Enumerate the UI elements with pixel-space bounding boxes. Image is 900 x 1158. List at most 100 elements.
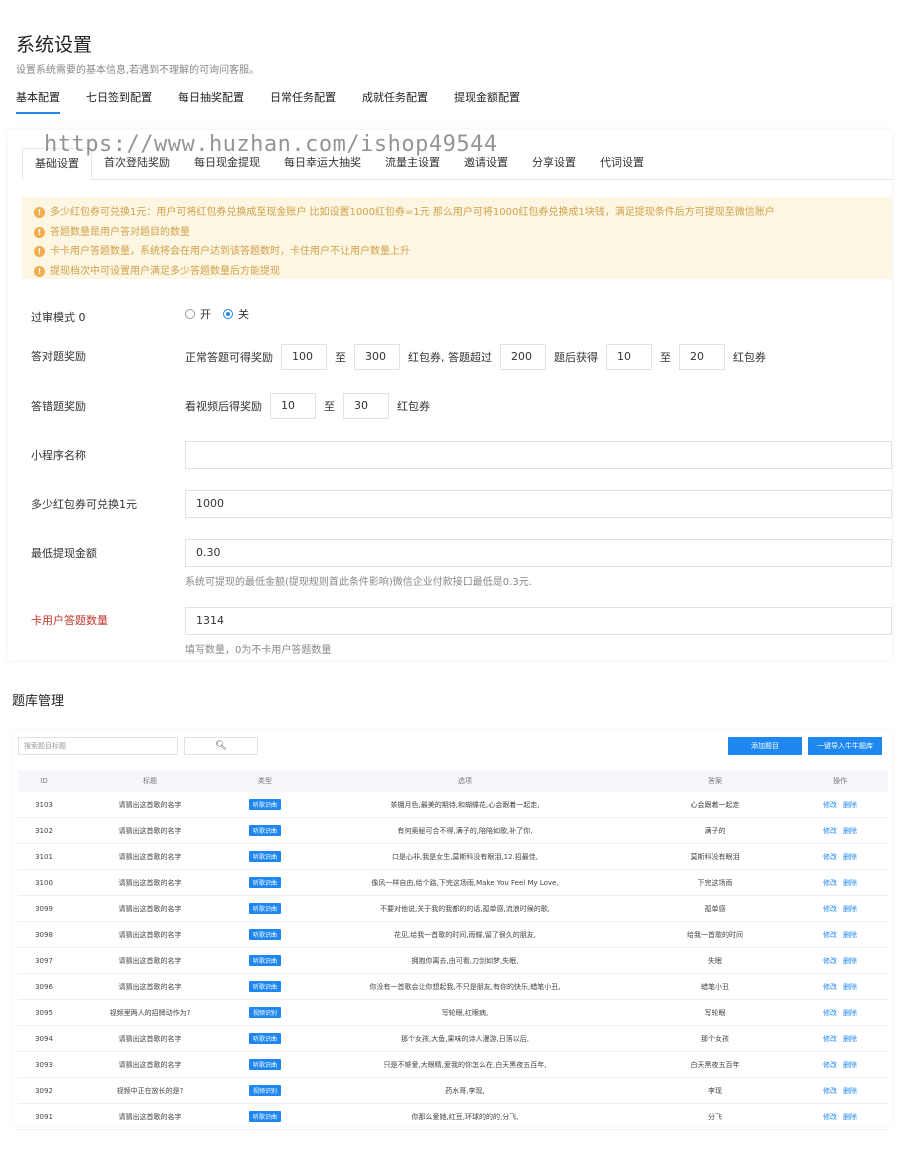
wrong-reward-row: 看视频后得奖励 10 至 30 红包券 (185, 393, 430, 419)
delete-link[interactable]: 删除 (843, 905, 857, 913)
search-input[interactable]: 搜索题目标题 (18, 737, 178, 755)
col-title: 标题 (143, 777, 157, 785)
edit-link[interactable]: 修改 (823, 879, 837, 887)
edit-link[interactable]: 修改 (823, 1035, 837, 1043)
table-row: 3102 请猜出这首歌的名字 听歌识曲 有何奥秘可合不得,满子的,陪陪如歌,补了你, 满… (18, 818, 888, 844)
tab-achievement-tasks[interactable]: 成就任务配置 (362, 90, 428, 114)
delete-link[interactable]: 删除 (843, 957, 857, 965)
wrong-reward-max-input[interactable]: 30 (343, 393, 389, 419)
delete-link[interactable]: 删除 (843, 853, 857, 861)
mini-name-input[interactable] (185, 441, 892, 469)
type-badge: 听歌识曲 (248, 903, 281, 914)
row-title: 请猜出这首歌的名字 (118, 956, 182, 965)
info-icon: ! (34, 226, 45, 238)
row-title: 请猜出这首歌的名字 (118, 852, 182, 861)
tab-daily-tasks[interactable]: 日常任务配置 (270, 90, 336, 114)
row-answer: 孤单感 (704, 904, 726, 913)
min-withdraw-input[interactable]: 0.30 (185, 539, 892, 567)
row-options: 那个女孩,大鱼,果味的诗人漫游,日落以后, (401, 1034, 529, 1043)
correct-reward-min-input[interactable]: 100 (281, 344, 327, 370)
subtab-invite[interactable]: 邀请设置 (452, 148, 520, 180)
delete-link[interactable]: 删除 (843, 931, 857, 939)
row-actions: 修改 删除 (800, 1112, 880, 1122)
delete-link[interactable]: 删除 (843, 1061, 857, 1069)
row-id: 3102 (35, 826, 53, 835)
table-row: 3099 请猜出这首歌的名字 听歌识曲 不要对他说,关于我的我都的的话,孤单感,流浪时… (18, 896, 888, 922)
row-id: 3098 (35, 930, 53, 939)
edit-link[interactable]: 修改 (823, 853, 837, 861)
add-question-button[interactable]: 添加题目 (728, 737, 802, 755)
delete-link[interactable]: 删除 (843, 879, 857, 887)
row-id: 3100 (35, 878, 53, 887)
row-actions: 修改 删除 (800, 1060, 880, 1070)
audit-off-option[interactable]: 关 (223, 306, 249, 322)
tab-daily-lottery[interactable]: 每日抽奖配置 (178, 90, 244, 114)
import-question-button[interactable]: 一键导入牛牛题库 (808, 737, 882, 755)
row-type: 听歌识曲 (230, 799, 300, 810)
subtab-first-login[interactable]: 首次登陆奖励 (92, 148, 182, 180)
row-options: 写轮眼,红眼病, (441, 1008, 489, 1017)
row-type: 听歌识曲 (230, 903, 300, 914)
edit-link[interactable]: 修改 (823, 1009, 837, 1017)
edit-link[interactable]: 修改 (823, 827, 837, 835)
subtab-basic[interactable]: 基础设置 (22, 148, 92, 180)
row-id: 3092 (35, 1086, 53, 1095)
edit-link[interactable]: 修改 (823, 905, 837, 913)
row-id: 3101 (35, 852, 53, 861)
exchange-rate-input[interactable]: 1000 (185, 490, 892, 518)
row-options: 不要对他说,关于我的我都的的话,孤单感,流浪时候的歌, (380, 904, 550, 913)
row-id: 3103 (35, 800, 53, 809)
correct-threshold-input[interactable]: 200 (500, 344, 546, 370)
notice-box: ! 多少红包券可兑换1元：用户可将红包券兑换成至现金账户 比如设置1000红包券=… (22, 197, 892, 279)
edit-link[interactable]: 修改 (823, 801, 837, 809)
audit-on-option[interactable]: 开 (185, 306, 211, 322)
row-id: 3091 (35, 1112, 53, 1121)
tab-withdraw-amount[interactable]: 提现金额配置 (454, 90, 520, 114)
radio-off[interactable] (223, 309, 233, 319)
subtab-share[interactable]: 分享设置 (520, 148, 588, 180)
edit-link[interactable]: 修改 (823, 1113, 837, 1121)
delete-link[interactable]: 删除 (843, 1035, 857, 1043)
col-actions: 操作 (833, 777, 847, 785)
wrong-reward-min-input[interactable]: 10 (270, 393, 316, 419)
table-row: 3095 视频里两人的招牌动作为? 视频识别 写轮眼,红眼病, 写轮眼 修改 删除 (18, 1000, 888, 1026)
row-options: 拥抱你离去,由可看,刀剑如梦,失眠, (411, 956, 519, 965)
type-badge: 听歌识曲 (248, 981, 281, 992)
edit-link[interactable]: 修改 (823, 1087, 837, 1095)
type-badge: 视频识别 (248, 1085, 281, 1096)
subtab-pronoun[interactable]: 代词设置 (588, 148, 656, 180)
delete-link[interactable]: 删除 (843, 1087, 857, 1095)
subtab-lucky-draw[interactable]: 每日幸运大抽奖 (272, 148, 373, 180)
delete-link[interactable]: 删除 (843, 983, 857, 991)
tab-basic-config[interactable]: 基本配置 (16, 90, 60, 114)
edit-link[interactable]: 修改 (823, 931, 837, 939)
edit-link[interactable]: 修改 (823, 957, 837, 965)
edit-link[interactable]: 修改 (823, 1061, 837, 1069)
correct-reward-mid: 红包券, 答题超过 (408, 351, 492, 364)
row-answer: 白天黑夜五百年 (690, 1060, 740, 1069)
correct-reward-max2-input[interactable]: 20 (679, 344, 725, 370)
table-row: 3096 请猜出这首歌的名字 听歌识曲 你没有一首歌会让你想起我,不只是朋友,有你的快… (18, 974, 888, 1000)
correct-reward-max-input[interactable]: 300 (354, 344, 400, 370)
radio-on[interactable] (185, 309, 195, 319)
delete-link[interactable]: 删除 (843, 1009, 857, 1017)
row-type: 听歌识曲 (230, 955, 300, 966)
notice-item: ! 卡卡用户答题数量，系统将会在用户达到该答题数时，卡住用户不让用户数量上升 (34, 242, 892, 262)
delete-link[interactable]: 删除 (843, 801, 857, 809)
type-badge: 听歌识曲 (248, 1111, 281, 1122)
stuck-count-input[interactable]: 1314 (185, 607, 892, 635)
col-options: 选项 (458, 777, 472, 785)
correct-reward-min2-input[interactable]: 10 (606, 344, 652, 370)
row-title: 请猜出这首歌的名字 (118, 1034, 182, 1043)
subtab-daily-cash[interactable]: 每日现金提现 (182, 148, 272, 180)
sub-tab-bar: 基础设置 首次登陆奖励 每日现金提现 每日幸运大抽奖 流量主设置 邀请设置 分享… (22, 148, 892, 180)
search-button[interactable]: 🔍︎ (184, 737, 258, 755)
delete-link[interactable]: 删除 (843, 827, 857, 835)
delete-link[interactable]: 删除 (843, 1113, 857, 1121)
row-actions: 修改 删除 (800, 800, 880, 810)
subtab-traffic[interactable]: 流量主设置 (373, 148, 452, 180)
edit-link[interactable]: 修改 (823, 983, 837, 991)
correct-reward-after: 题后获得 (554, 351, 598, 364)
tab-seven-day-checkin[interactable]: 七日签到配置 (86, 90, 152, 114)
row-options: 药水哥,李现, (445, 1086, 485, 1095)
